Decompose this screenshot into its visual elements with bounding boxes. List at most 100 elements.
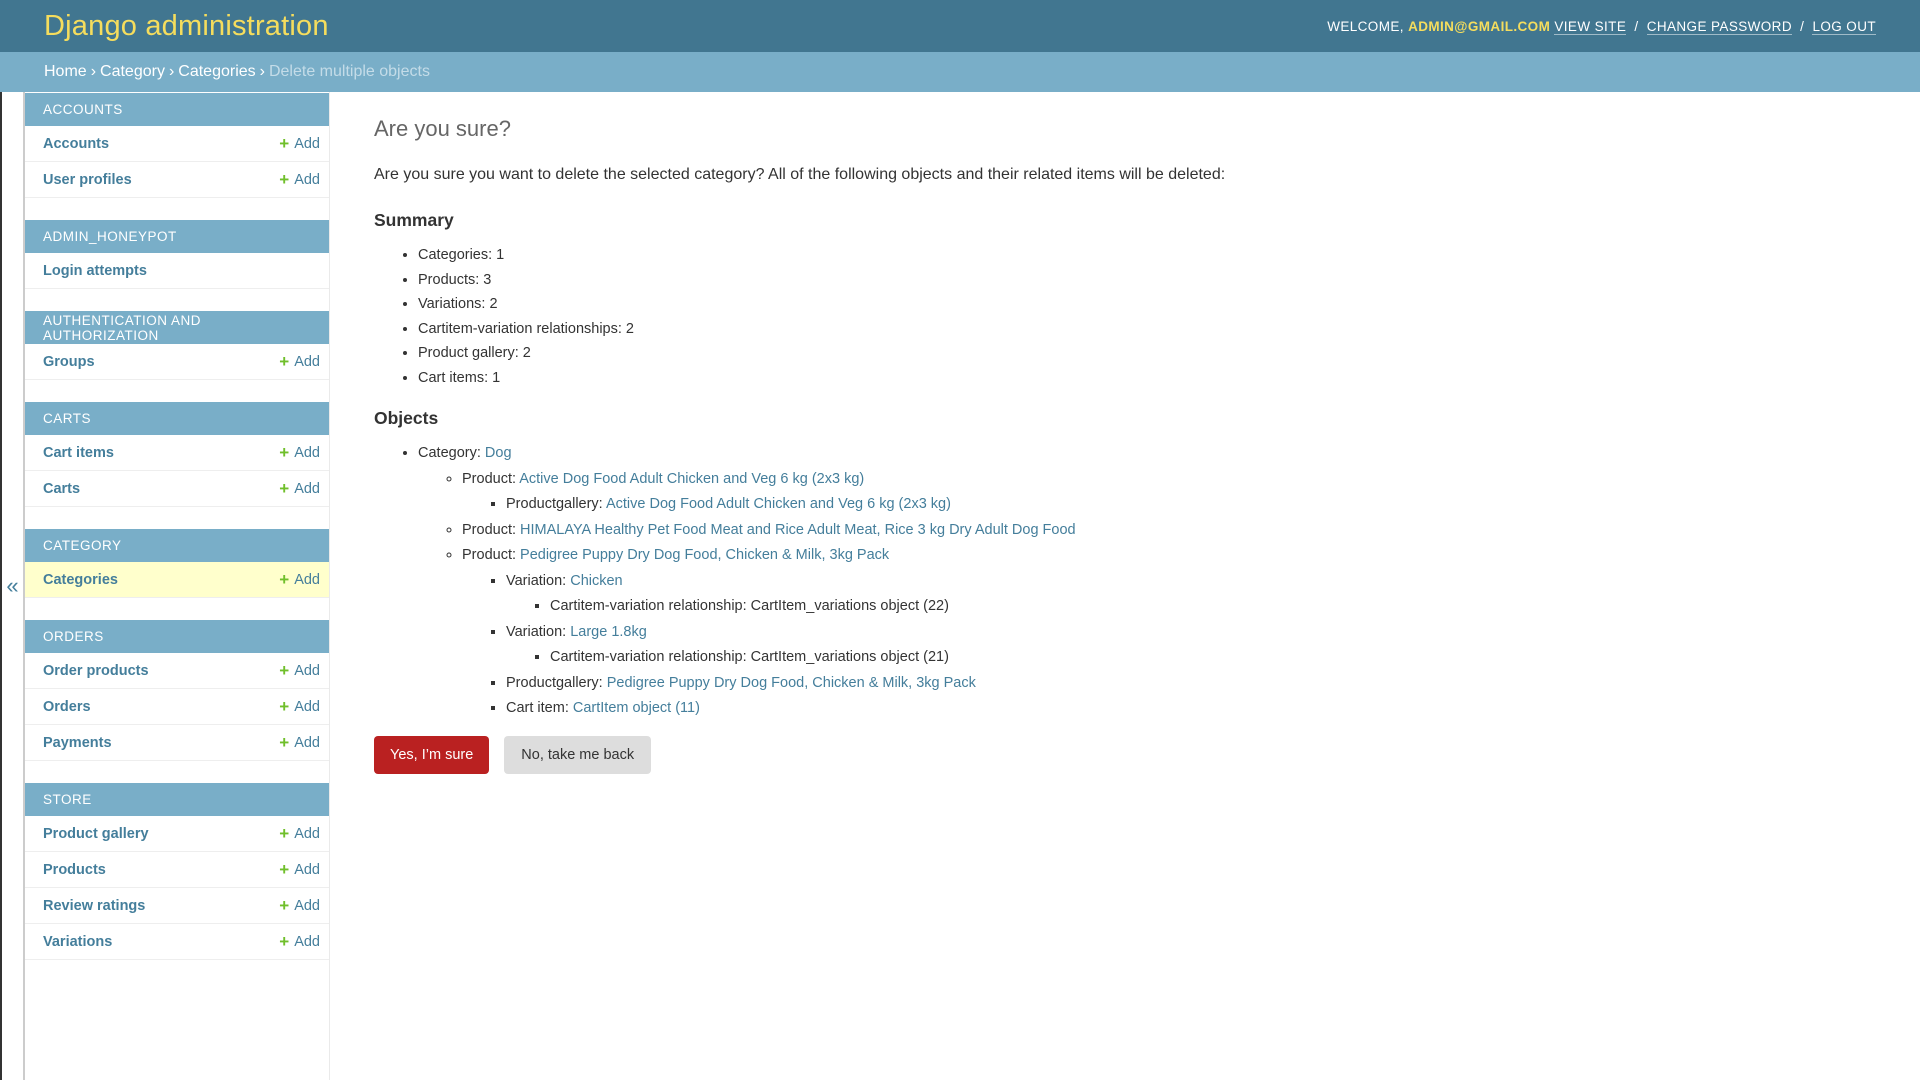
change-password-link[interactable]: CHANGE PASSWORD	[1646, 18, 1792, 35]
breadcrumb-app[interactable]: Category	[100, 63, 165, 81]
module-auth: AUTHENTICATION AND AUTHORIZATION Groups …	[25, 311, 329, 380]
plus-icon: +	[279, 697, 290, 716]
sidebar-item-user-profiles: User profiles + Add	[25, 162, 329, 198]
breadcrumb: Home › Category › Categories › Delete mu…	[0, 52, 1920, 92]
model-link[interactable]: Product gallery	[43, 826, 149, 842]
add-label: Add	[294, 353, 320, 370]
module-caption[interactable]: ADMIN_HONEYPOT	[25, 220, 329, 253]
model-link[interactable]: User profiles	[43, 172, 132, 188]
sidebar-item-products: Products + Add	[25, 852, 329, 888]
plus-icon: +	[279, 352, 290, 371]
plus-icon: +	[279, 661, 290, 680]
plus-icon: +	[279, 443, 290, 462]
collapse-icon: «	[6, 573, 19, 598]
summary-item: Categories: 1	[418, 243, 1876, 268]
model-link[interactable]: Variations	[43, 934, 112, 950]
list-item: Category: Dog Product: Active Dog Food A…	[418, 441, 1876, 722]
welcome-text: WELCOME,	[1327, 18, 1404, 34]
object-label: Variation:	[506, 623, 567, 640]
add-link[interactable]: + Add	[279, 171, 320, 188]
model-link[interactable]: Orders	[43, 699, 91, 715]
object-label: Product:	[462, 547, 516, 563]
model-link[interactable]: Payments	[43, 735, 112, 751]
site-branding[interactable]: Django administration	[44, 10, 329, 43]
object-link[interactable]: Pedigree Puppy Dry Dog Food, Chicken & M…	[520, 547, 889, 563]
add-link[interactable]: + Add	[279, 135, 320, 152]
sidebar-item-payments: Payments + Add	[25, 725, 329, 761]
model-link[interactable]: Carts	[43, 481, 80, 497]
list-item: Product: HIMALAYA Healthy Pet Food Meat …	[462, 518, 1876, 544]
object-label: Variation:	[506, 572, 567, 589]
confirmation-text: Are you sure you want to delete the sele…	[374, 166, 1226, 183]
model-link[interactable]: Order products	[43, 663, 149, 679]
object-link[interactable]: Active Dog Food Adult Chicken and Veg 6 …	[519, 471, 864, 487]
separator: /	[1800, 18, 1805, 34]
list-item: Variation: Chicken Cartitem-variation re…	[506, 569, 1876, 620]
sidebar-item-variations: Variations + Add	[25, 924, 329, 960]
model-link[interactable]: Categories	[43, 572, 118, 588]
nav-sidebar: ACCOUNTS Accounts + Add User profiles + Ad…	[25, 92, 330, 1080]
model-link[interactable]: Cart items	[43, 445, 114, 461]
list-item: Productgallery: Active Dog Food Adult Ch…	[506, 492, 1876, 518]
breadcrumb-separator: ›	[259, 63, 265, 80]
breadcrumb-current: Delete multiple objects	[268, 63, 430, 80]
add-link[interactable]: + Add	[279, 353, 320, 370]
model-link[interactable]: Login attempts	[43, 263, 147, 279]
add-link[interactable]: + Add	[279, 897, 320, 914]
plus-icon: +	[279, 860, 290, 879]
log-out-link[interactable]: LOG OUT	[1812, 18, 1876, 35]
cancel-button[interactable]: No, take me back	[504, 735, 652, 774]
object-link[interactable]: Pedigree Puppy Dry Dog Food, Chicken & M…	[607, 675, 976, 691]
confirm-delete-button[interactable]: Yes, I’m sure	[374, 735, 490, 774]
add-link[interactable]: + Add	[279, 861, 320, 878]
module-caption[interactable]: STORE	[25, 783, 329, 816]
toggle-sidebar-button[interactable]: «	[0, 92, 25, 1080]
sidebar-item-product-gallery: Product gallery + Add	[25, 816, 329, 852]
summary-item: Cart items: 1	[418, 366, 1876, 391]
view-site-link[interactable]: VIEW SITE	[1554, 18, 1627, 35]
sidebar-item-review-ratings: Review ratings + Add	[25, 888, 329, 924]
add-link[interactable]: + Add	[279, 698, 320, 715]
model-link[interactable]: Products	[43, 862, 106, 878]
module-caption[interactable]: ACCOUNTS	[25, 93, 329, 126]
add-link[interactable]: + Add	[279, 825, 320, 842]
summary-item: Product gallery: 2	[418, 341, 1876, 366]
model-link[interactable]: Groups	[43, 354, 95, 370]
plus-icon: +	[279, 479, 290, 498]
object-link[interactable]: Large 1.8kg	[570, 624, 647, 640]
object-link[interactable]: HIMALAYA Healthy Pet Food Meat and Rice …	[520, 522, 1076, 538]
list-item: Cartitem-variation relationship: CartIte…	[550, 645, 1876, 671]
sidebar-item-order-products: Order products + Add	[25, 653, 329, 689]
plus-icon: +	[279, 896, 290, 915]
module-caption[interactable]: AUTHENTICATION AND AUTHORIZATION	[25, 311, 329, 344]
module-caption[interactable]: ORDERS	[25, 620, 329, 653]
add-link[interactable]: + Add	[279, 933, 320, 950]
add-link[interactable]: + Add	[279, 480, 320, 497]
object-link[interactable]: Chicken	[570, 573, 622, 589]
object-link[interactable]: Active Dog Food Adult Chicken and Veg 6 …	[606, 496, 951, 512]
summary-heading: Summary	[374, 210, 454, 230]
add-link[interactable]: + Add	[279, 734, 320, 751]
sidebar-item-accounts: Accounts + Add	[25, 126, 329, 162]
model-link[interactable]: Accounts	[43, 136, 109, 152]
add-label: Add	[294, 698, 320, 715]
objects-heading: Objects	[374, 408, 439, 428]
plus-icon: +	[279, 134, 290, 153]
breadcrumb-home[interactable]: Home	[44, 63, 87, 81]
list-item: Cart item: CartItem object (11)	[506, 696, 1876, 722]
add-link[interactable]: + Add	[279, 444, 320, 461]
summary-item: Cartitem-variation relationships: 2	[418, 317, 1876, 342]
object-link[interactable]: Dog	[485, 445, 512, 461]
list-item: Product: Active Dog Food Adult Chicken a…	[462, 467, 1876, 518]
sidebar-item-categories: Categories + Add	[25, 562, 329, 598]
add-label: Add	[294, 825, 320, 842]
summary-item: Variations: 2	[418, 292, 1876, 317]
module-caption[interactable]: CARTS	[25, 402, 329, 435]
object-link[interactable]: CartItem object (11)	[573, 700, 700, 716]
breadcrumb-model[interactable]: Categories	[178, 63, 255, 81]
add-link[interactable]: + Add	[279, 662, 320, 679]
module-caption[interactable]: CATEGORY	[25, 529, 329, 562]
add-link[interactable]: + Add	[279, 571, 320, 588]
model-link[interactable]: Review ratings	[43, 898, 145, 914]
main-content: Are you sure? Are you sure you want to d…	[330, 92, 1920, 1080]
